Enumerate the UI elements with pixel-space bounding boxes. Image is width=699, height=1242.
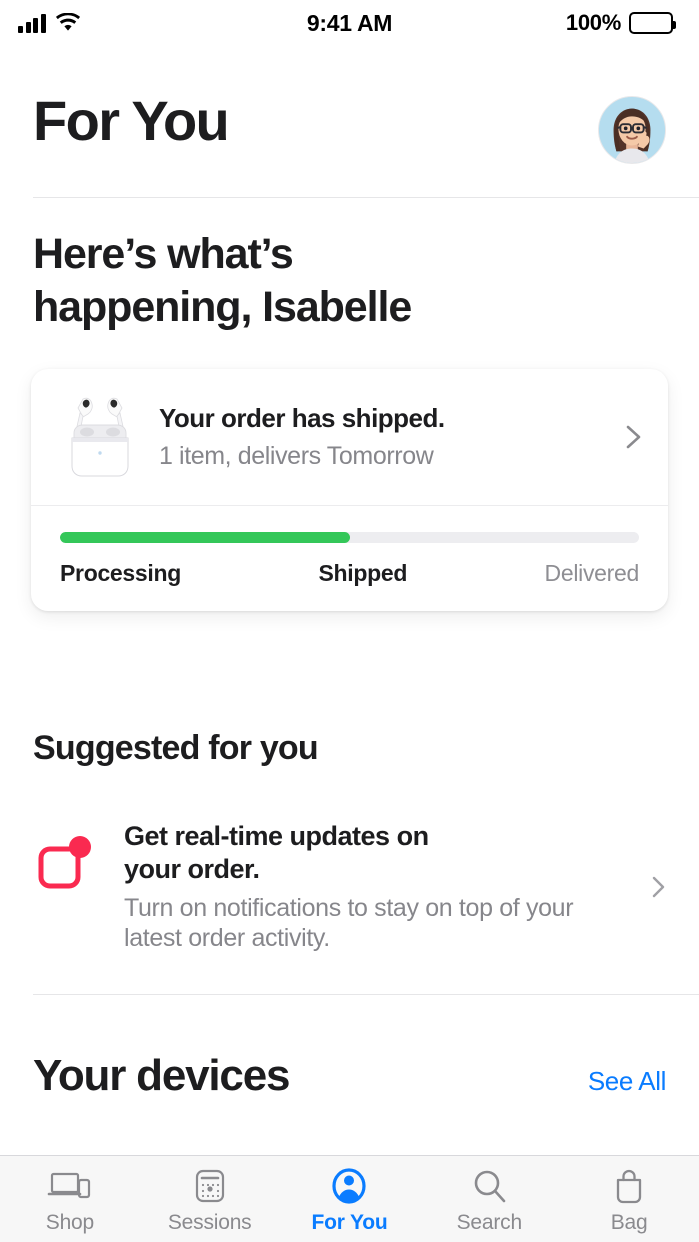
tab-label: Bag: [610, 1211, 648, 1234]
suggested-body-line-1: Turn on notifications to stay on top of …: [124, 893, 574, 922]
suggested-item-row[interactable]: Get real-time updates on your order. Tur…: [0, 768, 699, 954]
order-summary-row[interactable]: Your order has shipped. 1 item, delivers…: [31, 369, 668, 505]
sessions-calendar-icon: [186, 1165, 234, 1207]
page-title: For You: [33, 89, 230, 152]
order-step-shipped: Shipped: [318, 559, 408, 586]
suggested-section-header: Suggested for you: [0, 729, 699, 768]
suggested-item-title: Get real-time updates on your order.: [124, 820, 622, 886]
order-subtitle: 1 item, delivers Tomorrow: [159, 441, 434, 470]
order-step-delivered: Delivered: [544, 559, 640, 586]
suggested-section-title: Suggested for you: [33, 728, 319, 767]
magnifier-icon: [465, 1165, 513, 1207]
airpods-pro-icon: [61, 391, 139, 483]
notification-badge-icon: [33, 830, 99, 896]
greeting-line-1: Here’s what’s: [33, 230, 294, 278]
suggested-item-text: Get real-time updates on your order. Tur…: [124, 820, 622, 954]
battery-full-icon: [629, 12, 676, 34]
order-progress-fill: [60, 531, 350, 543]
shopping-bag-icon: [605, 1165, 653, 1207]
devices-section-header: Your devices See All: [0, 1051, 699, 1101]
status-bar-time: 9:41 AM: [306, 9, 393, 36]
suggested-body-line-2: latest order activity.: [124, 924, 330, 952]
tab-for-you[interactable]: For You: [280, 1165, 420, 1235]
see-all-link[interactable]: See All: [588, 1066, 667, 1097]
person-circle-icon: [325, 1165, 373, 1207]
tab-bar: Shop Sessions For You Search Bag: [0, 1155, 699, 1242]
order-status-card[interactable]: Your order has shipped. 1 item, delivers…: [31, 368, 668, 611]
tab-sessions[interactable]: Sessions: [140, 1165, 280, 1235]
page-header: For You: [0, 46, 699, 164]
order-step-labels: Processing Shipped Delivered: [60, 560, 639, 587]
order-title: Your order has shipped.: [159, 402, 445, 433]
order-progress-section: Processing Shipped Delivered: [31, 506, 668, 611]
tab-label: Search: [456, 1211, 523, 1234]
tab-label: For You: [311, 1211, 388, 1234]
tab-bag[interactable]: Bag: [559, 1165, 699, 1235]
suggested-item-body: Turn on notifications to stay on top of …: [124, 893, 622, 954]
laptop-phone-icon: [46, 1165, 94, 1207]
chevron-right-icon[interactable]: [647, 870, 669, 904]
tab-label: Shop: [45, 1211, 95, 1234]
suggested-section-divider: [33, 993, 699, 995]
tab-label: Sessions: [167, 1211, 252, 1234]
chevron-right-icon[interactable]: [620, 417, 646, 457]
devices-section-title: Your devices: [33, 1050, 290, 1100]
app-screen: 9:41 AM 100% For You Here’s what’s happe…: [0, 0, 699, 1242]
greeting-line-2: happening, Isabelle: [33, 283, 412, 332]
suggested-title-line-1: Get real-time updates on: [124, 820, 429, 851]
memoji-avatar[interactable]: [598, 96, 666, 164]
greeting-heading: Here’s what’s happening, Isabelle: [0, 198, 699, 335]
tab-search[interactable]: Search: [419, 1165, 559, 1235]
tab-shop[interactable]: Shop: [0, 1165, 140, 1235]
order-text-block: Your order has shipped. 1 item, delivers…: [159, 403, 600, 471]
status-bar: 9:41 AM 100%: [0, 0, 699, 46]
order-progress-track: [60, 531, 639, 543]
scroll-content[interactable]: For You Here’s what’s happening, Isabell…: [0, 46, 699, 1155]
suggested-title-line-2: your order.: [124, 853, 260, 884]
order-step-processing: Processing: [60, 559, 181, 586]
